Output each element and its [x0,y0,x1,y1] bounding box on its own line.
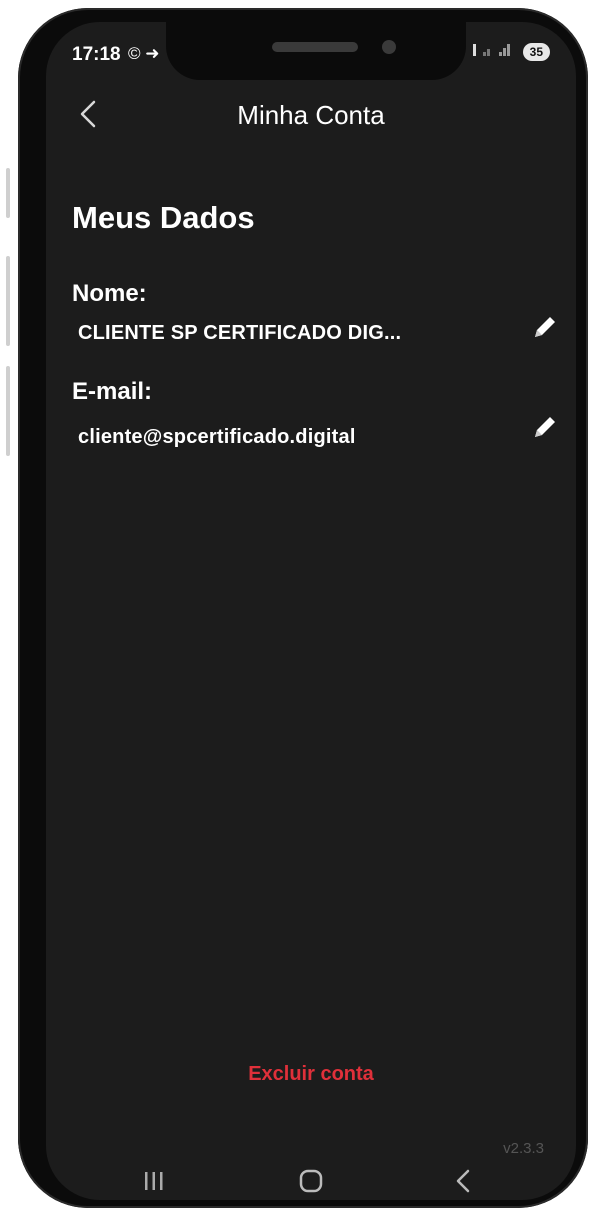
back-icon [456,1169,470,1193]
camera-notch [166,22,466,80]
nav-back-button[interactable] [444,1164,484,1198]
battery-icon: 35 [522,42,550,61]
pencil-icon [535,317,555,337]
recent-apps-icon [145,1172,163,1190]
status-right-icons: 35 [472,42,550,61]
home-icon [299,1169,323,1193]
email-label: E-mail: [72,378,153,405]
speaker-grille [272,42,358,52]
version-label: v2.3.3 [503,1140,544,1157]
email-value: cliente@spcertificado.digital [78,426,356,448]
app-screen: 17:18 © ➜ 35 Minha Conta Meus Dados Nome… [46,22,576,1200]
pencil-icon [535,417,555,437]
name-value: CLIENTE SP CERTIFICADO DIG... [78,322,402,344]
nav-home-button[interactable] [291,1164,331,1198]
system-nav-bar [46,1162,576,1200]
name-label: Nome: [72,280,147,307]
side-button-top [6,168,10,218]
edit-name-button[interactable] [528,310,562,344]
section-title: Meus Dados [72,200,255,235]
front-camera [382,40,396,54]
page-title: Minha Conta [237,100,385,130]
edit-email-button[interactable] [528,410,562,444]
notification-icons: © ➜ [128,44,160,63]
side-button-mid [6,256,10,346]
signal-icon [472,42,517,61]
delete-account-button[interactable]: Excluir conta [46,1062,576,1087]
side-button-low [6,366,10,456]
status-time: 17:18 [72,44,121,65]
nav-recent-button[interactable] [134,1164,174,1198]
